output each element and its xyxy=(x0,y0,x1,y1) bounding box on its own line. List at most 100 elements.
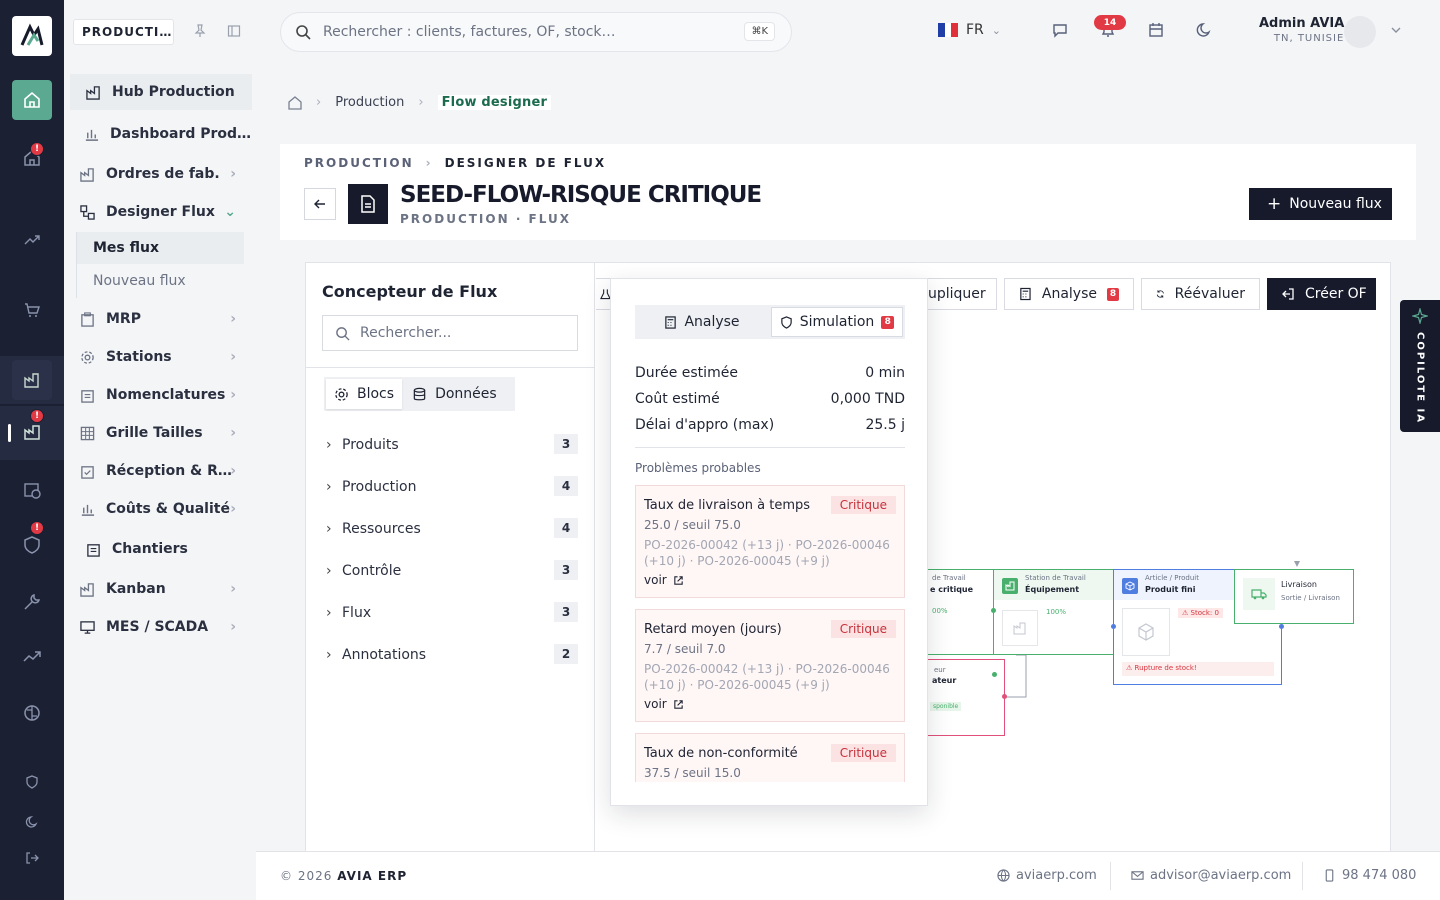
flow-node-workstation-critical[interactable]: de Travail e critique 00% xyxy=(926,569,994,655)
sidebar-item-label: Stations xyxy=(106,349,172,365)
category-ressources[interactable]: › Ressources 4 xyxy=(326,517,578,541)
sidebar-item-designer-flux[interactable]: Designer Flux ⌄ xyxy=(64,194,256,230)
sidebar-item-hub-production[interactable]: Hub Production xyxy=(70,74,252,110)
node-port[interactable] xyxy=(992,672,997,677)
collapse-sidebar-icon[interactable] xyxy=(227,24,241,38)
view-link-label: voir xyxy=(644,697,667,711)
tab-blocs[interactable]: Blocs xyxy=(326,379,403,409)
node-port[interactable] xyxy=(991,608,996,613)
mail-icon xyxy=(1131,871,1144,880)
analytics-icon[interactable] xyxy=(12,637,52,677)
tab-analyse[interactable]: Analyse xyxy=(637,307,767,337)
tab-simulation-label: Simulation xyxy=(799,314,875,330)
sidebar-subitem-nouveau-flux[interactable]: Nouveau flux xyxy=(77,265,244,297)
new-flow-button[interactable]: + Nouveau flux xyxy=(1249,188,1392,220)
sidebar-item-stations[interactable]: Stations › xyxy=(64,339,256,375)
footer-phone-link[interactable]: 98 474 080 xyxy=(1323,868,1416,883)
create-of-button[interactable]: Créer OF xyxy=(1267,278,1376,310)
category-label: Annotations xyxy=(342,647,427,663)
flow-node-equipment[interactable]: Station de Travail Équipement 100% xyxy=(991,569,1114,655)
home-icon[interactable] xyxy=(12,80,52,120)
trend-icon[interactable] xyxy=(12,220,52,260)
chevron-down-icon: ⌄ xyxy=(224,204,236,220)
sidebar-item-mes-scada[interactable]: MES / SCADA › xyxy=(64,609,256,645)
truck-icon xyxy=(1243,578,1275,610)
user-menu[interactable]: Admin AVIA TN, TUNISIE xyxy=(1259,16,1344,44)
wrench-icon[interactable] xyxy=(12,582,52,622)
breadcrumb-production[interactable]: Production xyxy=(335,95,404,110)
category-controle[interactable]: › Contrôle 3 xyxy=(326,559,578,583)
sidebar-item-reception[interactable]: Réception & R… › xyxy=(64,453,256,489)
dark-mode-icon[interactable] xyxy=(1196,22,1212,38)
sidebar-item-couts-qualite[interactable]: Coûts & Qualité › xyxy=(64,491,256,527)
reevaluer-button[interactable]: Réévaluer xyxy=(1141,278,1260,310)
monitor-icon xyxy=(80,620,96,635)
tab-donnees[interactable]: Données xyxy=(404,379,505,409)
global-search-input[interactable]: Rechercher : clients, factures, OF, stoc… xyxy=(280,12,792,52)
moon-icon[interactable] xyxy=(12,802,52,842)
app-logo[interactable] xyxy=(12,16,52,56)
sidebar-item-label: Designer Flux xyxy=(106,204,215,220)
sidebar-item-label: Kanban xyxy=(106,581,166,597)
sidebar: PRODUCTI… Hub Production Dashboard Prod…… xyxy=(64,0,256,900)
category-produits[interactable]: › Produits 3 xyxy=(326,433,578,457)
eyebrow-section: PRODUCTION xyxy=(304,156,414,170)
calculator-icon xyxy=(665,315,677,329)
clipboard-list-icon xyxy=(80,388,96,403)
footer-website-link[interactable]: aviaerp.com xyxy=(997,868,1097,883)
user-chevron-down-icon[interactable] xyxy=(1390,24,1402,36)
footer-email-link[interactable]: advisor@aviaerp.com xyxy=(1131,868,1291,883)
category-production[interactable]: › Production 4 xyxy=(326,475,578,499)
factory-icon xyxy=(80,167,96,182)
sidebar-item-grille-tailles[interactable]: Grille Tailles › xyxy=(64,415,256,451)
copyright: © 2026 AVIA ERP xyxy=(280,869,407,883)
sidebar-item-nomenclatures[interactable]: Nomenclatures › xyxy=(64,377,256,413)
node-header: Article / Produit xyxy=(1145,574,1199,582)
sidebar-item-ordres[interactable]: Ordres de fab. › xyxy=(64,156,256,192)
node-port[interactable] xyxy=(1111,624,1116,629)
category-annotations[interactable]: › Annotations 2 xyxy=(326,643,578,667)
module-switcher[interactable]: PRODUCTI… xyxy=(73,19,174,45)
chevron-right-icon: › xyxy=(230,349,236,365)
category-flux[interactable]: › Flux 3 xyxy=(326,601,578,625)
node-port[interactable] xyxy=(1279,624,1284,629)
cart-icon[interactable] xyxy=(12,290,52,330)
brain-icon[interactable] xyxy=(12,693,52,733)
tab-donnees-label: Données xyxy=(435,386,497,402)
breadcrumb-home-icon[interactable] xyxy=(288,95,302,110)
panel-tabs: Blocs Données xyxy=(324,377,515,411)
factory-icon[interactable] xyxy=(12,360,52,400)
breadcrumb-current: Flow designer xyxy=(437,95,552,110)
factory-icon xyxy=(80,582,96,597)
analyse-button[interactable]: Analyse 8 xyxy=(1004,278,1134,310)
sidebar-item-dashboard[interactable]: Dashboard Prod… xyxy=(64,116,256,152)
blocks-search-input[interactable]: Rechercher... xyxy=(322,315,578,351)
calculator-icon xyxy=(1020,287,1031,301)
flow-node-operateur[interactable]: eur ateur sponible xyxy=(926,659,1007,736)
sidebar-item-kanban[interactable]: Kanban › xyxy=(64,571,256,607)
tab-simulation[interactable]: Simulation 8 xyxy=(771,307,903,337)
logout-icon[interactable] xyxy=(12,838,52,878)
sidebar-item-mrp[interactable]: MRP › xyxy=(64,301,256,337)
flow-node-livraison[interactable]: Livraison Sortie / Livraison xyxy=(1234,569,1354,624)
pin-icon[interactable] xyxy=(193,24,207,38)
chat-icon[interactable] xyxy=(1052,22,1068,38)
page-title: SEED-FLOW-RISQUE CRITIQUE xyxy=(400,182,762,208)
arrow-left-icon xyxy=(314,199,325,209)
node-port[interactable] xyxy=(1002,694,1007,699)
sidebar-item-chantiers[interactable]: Chantiers xyxy=(64,531,256,567)
sidebar-subitem-mes-flux[interactable]: Mes flux xyxy=(77,232,244,264)
calendar-clock-icon[interactable] xyxy=(12,470,52,510)
back-button[interactable] xyxy=(304,188,336,220)
problem-view-link[interactable]: voir xyxy=(644,573,896,587)
language-selector[interactable]: FR ⌄ xyxy=(938,22,1001,38)
phone-text: 98 474 080 xyxy=(1342,868,1417,883)
category-count: 2 xyxy=(554,644,578,664)
copilot-tab[interactable]: COPILOTE IA xyxy=(1400,300,1440,432)
problem-view-link[interactable]: voir xyxy=(644,697,896,711)
new-flow-label: Nouveau flux xyxy=(1289,196,1382,212)
security-icon[interactable] xyxy=(12,762,52,802)
node-rate: 100% xyxy=(1046,608,1067,616)
calendar-icon[interactable] xyxy=(1148,22,1164,38)
avatar[interactable] xyxy=(1344,16,1376,48)
